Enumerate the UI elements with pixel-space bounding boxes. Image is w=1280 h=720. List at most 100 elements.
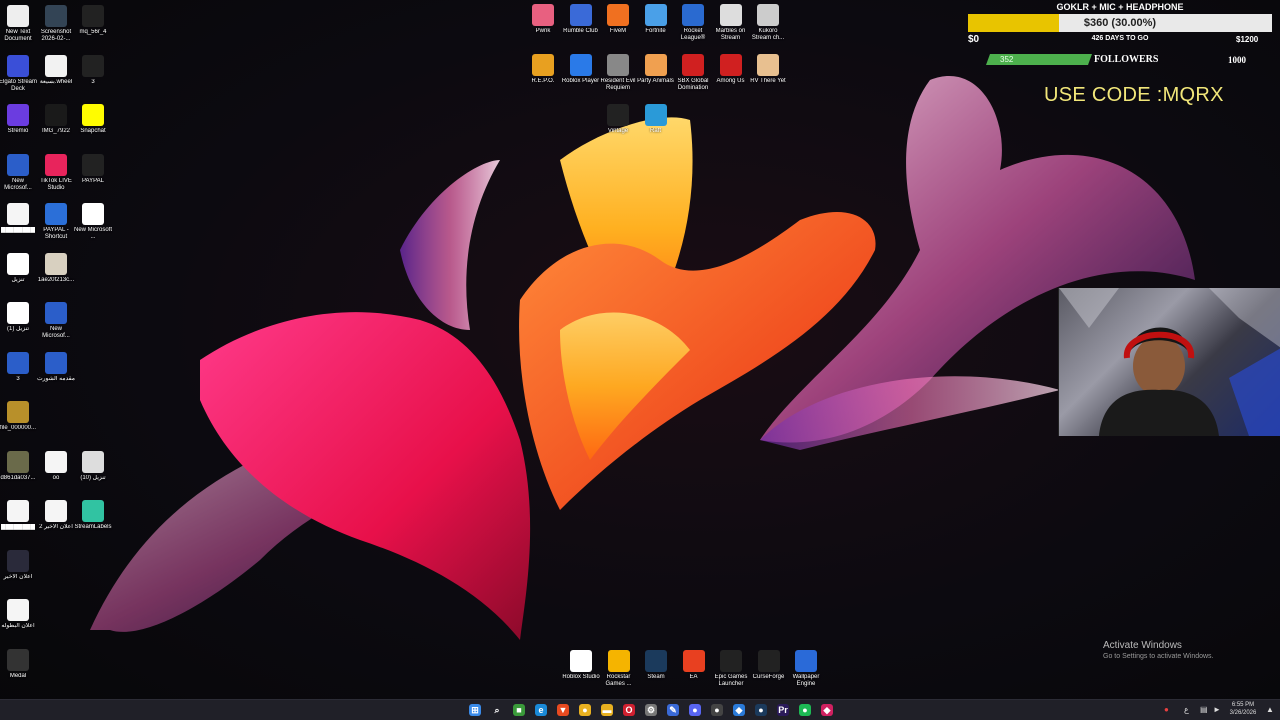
desktop-icon[interactable]: New Text Document — [0, 5, 38, 43]
desktop-icon[interactable]: RV There Yet — [748, 54, 788, 85]
fortnite-icon — [644, 4, 667, 26]
desktop-icon[interactable]: تنزيل (1) — [0, 302, 38, 333]
desktop-icon[interactable]: d861da037... — [0, 450, 38, 482]
clock-date: 3/26/2026 — [1229, 710, 1257, 716]
desktop-icon[interactable]: Fortnite — [636, 4, 676, 35]
desktop-icon[interactable]: Elgato Stream Deck — [0, 54, 38, 93]
file-explorer-icon[interactable]: ▬ — [601, 704, 613, 716]
desktop-icon[interactable]: file_000000... — [0, 401, 38, 432]
steam-icon — [645, 650, 667, 672]
desktop-icon[interactable]: FiveM — [598, 4, 638, 35]
desktop-icon[interactable]: R.E.P.O. — [523, 54, 563, 85]
desktop-icon[interactable]: CurseForge — [749, 650, 789, 681]
desktop-icon[interactable]: Stremio — [0, 104, 38, 135]
desktop-icon[interactable]: ████████ — [0, 500, 38, 531]
search-icon[interactable]: ⌕ — [491, 704, 503, 716]
desktop-icon[interactable]: 3 — [0, 351, 38, 383]
desktop-icon-label: Kukoro Stream ch... — [751, 28, 785, 41]
image-icon — [7, 401, 29, 423]
desktop-icon-label: PAYPAL - Shortcut — [43, 227, 69, 240]
desktop-icon[interactable]: Screenshot 2026-02-... — [36, 5, 76, 43]
desktop-icon[interactable]: Pwnk — [523, 4, 563, 35]
desktop-icon[interactable]: تنزيل — [0, 252, 38, 284]
kukoro-icon — [757, 4, 779, 26]
video-icon — [7, 203, 29, 225]
desktop-icon[interactable]: Raft — [636, 104, 676, 135]
clock[interactable]: 6:55 PM 3/26/2026 — [1228, 701, 1258, 717]
goal-days-left: 426 DAYS TO GO — [1091, 35, 1149, 42]
desktop-icon[interactable]: Party Animals — [636, 54, 676, 85]
clock-time: 6:55 PM — [1231, 702, 1255, 708]
desktop-icon[interactable]: Rumble Club — [561, 4, 601, 35]
word-icon — [7, 153, 29, 176]
desktop-icon[interactable]: IMG_7922 — [36, 104, 76, 135]
desktop-icon[interactable]: Among Us — [711, 54, 751, 85]
desktop-icon[interactable]: Wallpaper Engine — [786, 650, 826, 688]
minecraft-icon[interactable]: ■ — [513, 704, 525, 716]
desktop-icon[interactable]: اعلان الاخير — [0, 549, 38, 581]
desktop-icon[interactable]: Snapchat — [73, 104, 113, 135]
desktop-icon[interactable]: StreamLabels — [73, 500, 113, 531]
desktop-icon[interactable]: مقدمه الشورت — [36, 351, 76, 383]
desktop-icon[interactable]: Rockstar Games ... — [599, 650, 639, 688]
word-icon — [7, 351, 29, 374]
desktop-icon[interactable]: SBX Global Domination — [673, 54, 713, 92]
mic-icon[interactable]: ● — [1164, 705, 1169, 714]
discord-icon[interactable]: ● — [689, 704, 701, 716]
desktop-icon[interactable]: Kukoro Stream ch... — [748, 4, 788, 42]
desktop-icon[interactable]: 1ae20f213c... — [36, 252, 76, 284]
language-indicator[interactable]: ع — [1184, 705, 1189, 714]
pen-icon[interactable]: ✎ — [667, 704, 679, 716]
desktop-icon[interactable]: Vintage — [598, 104, 638, 135]
desktop-icon-label: Roblox Studio — [562, 674, 600, 680]
opera-icon[interactable]: O — [623, 704, 635, 716]
desktop-icon[interactable]: Medal — [0, 648, 38, 680]
desktop-icon[interactable]: اعلان البطوله — [0, 599, 38, 630]
desktop-icon-label: file_000000... — [0, 425, 37, 431]
desktop-icon[interactable]: TikTok LIVE Studio — [36, 153, 76, 192]
desktop-icon[interactable]: Marbles on Stream — [711, 4, 751, 42]
desktop-icon[interactable]: اعلان الاخير 2 — [36, 500, 76, 531]
notification-icon[interactable]: ▲ — [1266, 705, 1274, 714]
desktop-icon[interactable]: EA — [674, 650, 714, 681]
desktop-icon[interactable]: Resident Evil Requiem — [598, 54, 638, 92]
goal-title: GOKLR + MIC + HEADPHONE — [1056, 2, 1184, 12]
desktop-icon[interactable]: PAYPAL — [73, 153, 113, 185]
desktop-icon[interactable]: New Microsof... — [0, 153, 38, 192]
streamlabels-icon — [82, 500, 104, 522]
desktop-icon[interactable]: 3 — [73, 54, 113, 86]
desktop-icon[interactable]: mq_56r_4 — [73, 5, 113, 36]
desktop-icon[interactable]: Rocket League® — [673, 4, 713, 42]
desktop-icon[interactable]: oo — [36, 450, 76, 482]
party-animals-icon — [644, 54, 667, 76]
desktop-icon[interactable]: Epic Games Launcher — [711, 650, 751, 688]
chrome-icon[interactable]: ● — [579, 704, 591, 716]
taskbar: ⊞ ⌕ ■ e ▼ ● ▬ O ⚙ ✎ ● ● ◆ ● Pr ● ◆ ● ع ▤ ► 6:55 PM 3/26/… — [0, 699, 1280, 720]
desktop-icon[interactable]: New Microsof... — [36, 302, 76, 340]
edge-icon[interactable]: e — [535, 704, 547, 716]
brave-icon[interactable]: ▼ — [557, 704, 569, 716]
premiere-icon[interactable]: Pr — [777, 704, 789, 716]
desktop-icon[interactable]: PAYPAL - Shortcut — [36, 203, 76, 241]
desktop-icon-label: Party Animals — [637, 78, 674, 84]
sbx-icon — [682, 54, 704, 76]
steam-taskbar-icon[interactable]: ● — [755, 704, 767, 716]
desktop-icon[interactable]: Roblox Player — [561, 54, 601, 85]
settings-icon[interactable]: ⚙ — [645, 704, 657, 716]
vscode-icon[interactable]: ◆ — [733, 704, 745, 716]
desktop-icon-label: 3 — [91, 78, 95, 85]
network-icon[interactable]: ▤ — [1200, 705, 1208, 714]
desktop-icon-label: ████████ — [0, 227, 35, 233]
desktop-icon[interactable]: New Microsoft ... — [73, 203, 113, 241]
desktop-icon-label: Rumble Club — [563, 28, 598, 34]
desktop-icon[interactable]: ████████ — [0, 203, 38, 234]
desktop-icon[interactable]: Steam — [636, 650, 676, 681]
spotify-icon[interactable]: ● — [799, 704, 811, 716]
desktop-icon[interactable]: Roblox Studio — [561, 650, 601, 681]
extra-app-icon[interactable]: ◆ — [821, 704, 833, 716]
start-icon[interactable]: ⊞ — [469, 704, 481, 716]
obs-icon[interactable]: ● — [711, 704, 723, 716]
volume-icon[interactable]: ► — [1213, 705, 1221, 714]
desktop-icon[interactable]: بسيعة.wheel — [36, 54, 76, 86]
desktop-icon[interactable]: تنزيل (10) — [73, 450, 113, 482]
